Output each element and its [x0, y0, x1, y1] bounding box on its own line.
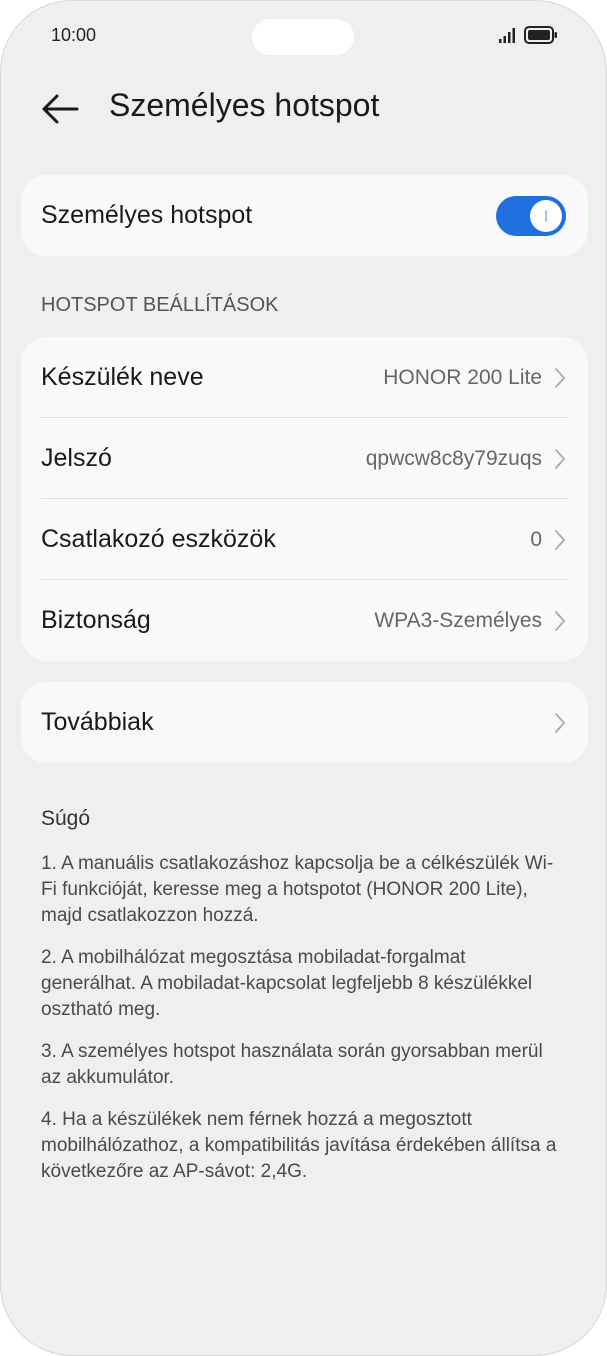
app-bar: Személyes hotspot: [1, 71, 606, 147]
more-card: Továbbiak: [21, 682, 588, 763]
device-name-label: Készülék neve: [41, 363, 204, 391]
chevron-right-icon: [555, 611, 565, 631]
status-bar: 10:00: [1, 1, 606, 71]
settings-card: Készülék neve HONOR 200 Lite Jelszó qpwc…: [21, 337, 588, 661]
security-value: WPA3-Személyes: [374, 609, 542, 632]
security-label: Biztonság: [41, 606, 151, 634]
row-connected-devices[interactable]: Csatlakozó eszközök 0: [21, 499, 588, 580]
device-name-value: HONOR 200 Lite: [383, 366, 542, 389]
page-title: Személyes hotspot: [109, 87, 380, 123]
chevron-right-icon: [555, 368, 565, 388]
more-label: Továbbiak: [41, 708, 154, 736]
row-security[interactable]: Biztonság WPA3-Személyes: [21, 580, 588, 661]
connected-devices-value: 0: [530, 528, 542, 551]
camera-notch: [252, 19, 354, 55]
hotspot-toggle-row[interactable]: Személyes hotspot: [21, 175, 588, 256]
password-label: Jelszó: [41, 444, 112, 472]
phone-screen: 10:00 Személyes hotspot Személyes hotspo…: [0, 0, 607, 1356]
chevron-right-icon: [555, 449, 565, 469]
help-item: 2. A mobilhálózat megosztása mobiladat-f…: [41, 947, 533, 1020]
back-arrow-icon: [42, 94, 79, 124]
help-item: 1. A manuális csatlakozáshoz kapcsolja b…: [41, 853, 554, 926]
help-item: 3. A személyes hotspot használata során …: [41, 1041, 543, 1088]
hotspot-toggle-label: Személyes hotspot: [41, 201, 253, 229]
battery-icon: [524, 26, 557, 44]
switch-knob: [530, 200, 562, 232]
row-more[interactable]: Továbbiak: [21, 682, 588, 763]
section-header-hotspot-settings: HOTSPOT BEÁLLÍTÁSOK: [41, 294, 279, 316]
back-button[interactable]: [37, 89, 81, 129]
help-title: Súgó: [41, 807, 91, 830]
help-section: Súgó 1. A manuális csatlakozáshoz kapcso…: [41, 807, 561, 1201]
help-item: 4. Ha a készülékek nem férnek hozzá a me…: [41, 1109, 557, 1182]
password-value: qpwcw8c8y79zuqs: [365, 447, 542, 470]
chevron-right-icon: [555, 713, 565, 733]
hotspot-switch[interactable]: [496, 196, 566, 236]
row-device-name[interactable]: Készülék neve HONOR 200 Lite: [21, 337, 588, 418]
status-time: 10:00: [51, 25, 97, 45]
chevron-right-icon: [555, 530, 565, 550]
hotspot-toggle-card: Személyes hotspot: [21, 175, 588, 256]
connected-devices-label: Csatlakozó eszközök: [41, 525, 276, 553]
signal-icon: [499, 28, 515, 43]
row-password[interactable]: Jelszó qpwcw8c8y79zuqs: [21, 418, 588, 499]
